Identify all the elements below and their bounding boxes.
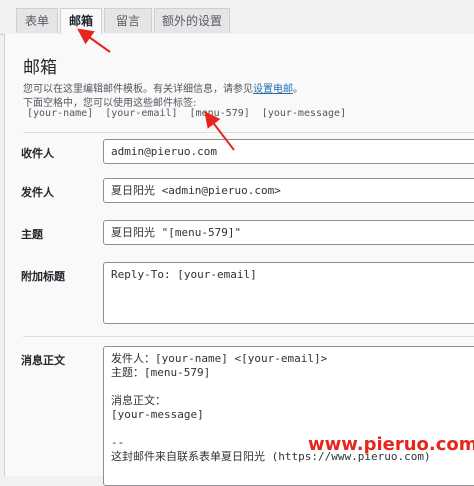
mail-tags-list: [your-name] [your-email] [menu-579] [you… — [27, 108, 347, 119]
tab-bar: 表单 邮箱 留言 额外的设置 — [0, 0, 474, 35]
mail-settings-link[interactable]: 设置电邮 — [253, 84, 293, 95]
subject-label: 主题 — [21, 228, 43, 241]
mail-description: 您可以在这里编辑邮件模板。有关详细信息，请参见设置电邮。 — [23, 80, 303, 95]
subject-field[interactable]: 夏日阳光 "[menu-579]" — [103, 220, 474, 245]
additional-headers-label: 附加标题 — [21, 270, 65, 283]
mail-section-title: 邮箱 — [23, 58, 57, 78]
tab-messages[interactable]: 留言 — [104, 8, 152, 33]
recipient-field[interactable]: admin@pieruo.com — [103, 139, 474, 164]
tab-mail[interactable]: 邮箱 — [60, 8, 102, 35]
sender-label: 发件人 — [21, 186, 54, 199]
message-body-field[interactable]: 发件人：[your-name] <[your-email]> 主题：[menu-… — [103, 346, 474, 486]
additional-headers-field[interactable]: Reply-To: [your-email] — [103, 262, 474, 324]
tab-additional-settings[interactable]: 额外的设置 — [154, 8, 230, 33]
description-text-end: 。 — [293, 84, 303, 95]
recipient-label: 收件人 — [21, 147, 54, 160]
watermark-text: www.pieruo.com — [308, 434, 474, 455]
divider — [23, 132, 474, 133]
divider — [23, 336, 474, 337]
mail-panel: 邮箱 您可以在这里编辑邮件模板。有关详细信息，请参见设置电邮。 下面空格中，您可… — [4, 34, 474, 486]
message-body-label: 消息正文 — [21, 354, 65, 367]
sender-field[interactable]: 夏日阳光 <admin@pieruo.com> — [103, 178, 474, 203]
tab-form[interactable]: 表单 — [16, 8, 58, 33]
mail-tags-description: 下面空格中，您可以使用这些邮件标签: — [23, 98, 197, 109]
